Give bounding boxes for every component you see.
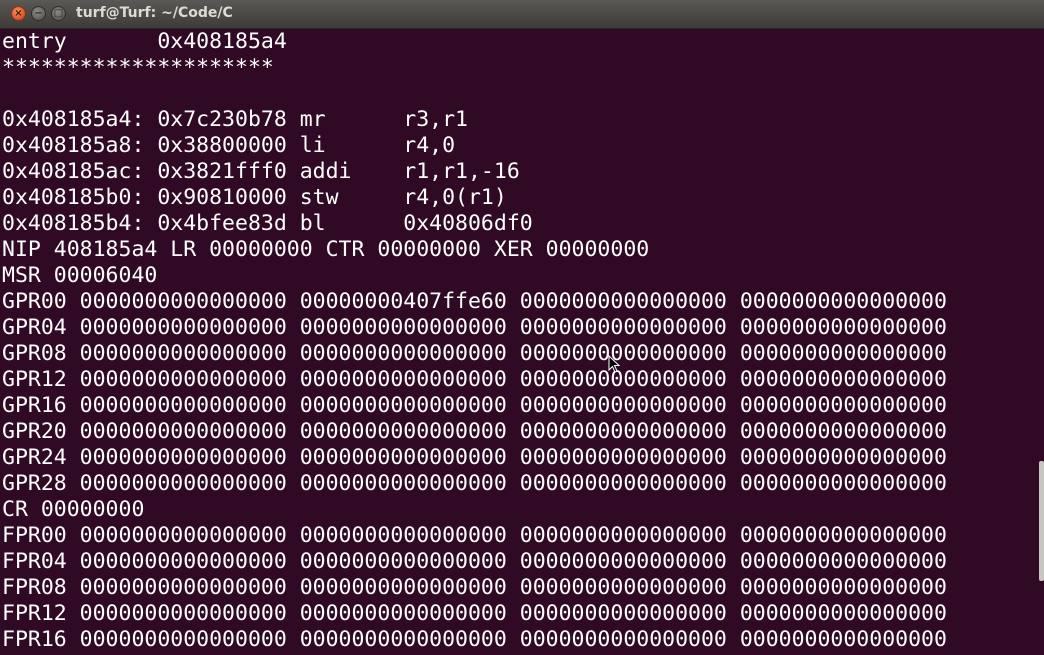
terminal-line: GPR12 0000000000000000 0000000000000000 … — [2, 367, 947, 392]
close-icon: × — [14, 8, 23, 19]
terminal-line: 0x408185b0: 0x90810000 stw r4,0(r1) — [2, 185, 507, 210]
terminal-line: 0x408185a4: 0x7c230b78 mr r3,r1 — [2, 107, 468, 132]
terminal-line: GPR16 0000000000000000 0000000000000000 … — [2, 393, 947, 418]
maximize-button[interactable]: □ — [51, 6, 66, 21]
terminal-line: 0x408185ac: 0x3821fff0 addi r1,r1,-16 — [2, 159, 520, 184]
terminal-line: GPR20 0000000000000000 0000000000000000 … — [2, 419, 947, 444]
terminal-line: FPR00 0000000000000000 0000000000000000 … — [2, 523, 947, 548]
title-bar[interactable]: × − □ turf@Turf: ~/Code/C — [0, 0, 1044, 29]
terminal-line: 0x408185b4: 0x4bfee83d bl 0x40806df0 — [2, 211, 533, 236]
terminal-line: FPR04 0000000000000000 0000000000000000 … — [2, 549, 947, 574]
terminal-line: GPR28 0000000000000000 0000000000000000 … — [2, 471, 947, 496]
terminal-line: entry 0x408185a4 — [2, 29, 287, 54]
terminal-line: ********************* — [2, 55, 274, 80]
terminal-window: × − □ turf@Turf: ~/Code/C entry 0x408185… — [0, 0, 1044, 655]
terminal-line: GPR04 0000000000000000 0000000000000000 … — [2, 315, 947, 340]
terminal-line: GPR00 0000000000000000 00000000407ffe60 … — [2, 289, 947, 314]
terminal-line: CR 00000000 — [2, 497, 145, 522]
terminal-line: MSR 00006040 — [2, 263, 158, 288]
terminal-line: GPR08 0000000000000000 0000000000000000 … — [2, 341, 947, 366]
terminal-line: NIP 408185a4 LR 00000000 CTR 00000000 XE… — [2, 237, 650, 262]
vertical-scrollbar[interactable] — [1038, 29, 1044, 655]
terminal-line: FPR08 0000000000000000 0000000000000000 … — [2, 575, 947, 600]
close-button[interactable]: × — [11, 6, 26, 21]
scrollbar-thumb[interactable] — [1039, 461, 1044, 581]
terminal-line: FPR12 0000000000000000 0000000000000000 … — [2, 601, 947, 626]
minimize-button[interactable]: − — [31, 6, 46, 21]
maximize-icon: □ — [53, 8, 64, 19]
minimize-icon: − — [34, 8, 43, 19]
mouse-cursor-icon — [608, 355, 620, 373]
terminal-line: GPR24 0000000000000000 0000000000000000 … — [2, 445, 947, 470]
window-title: turf@Turf: ~/Code/C — [76, 5, 233, 21]
terminal-line: FPR16 0000000000000000 0000000000000000 … — [2, 627, 947, 652]
terminal-output[interactable]: entry 0x408185a4 ********************* 0… — [0, 29, 1038, 655]
terminal-line: 0x408185a8: 0x38800000 li r4,0 — [2, 133, 456, 158]
